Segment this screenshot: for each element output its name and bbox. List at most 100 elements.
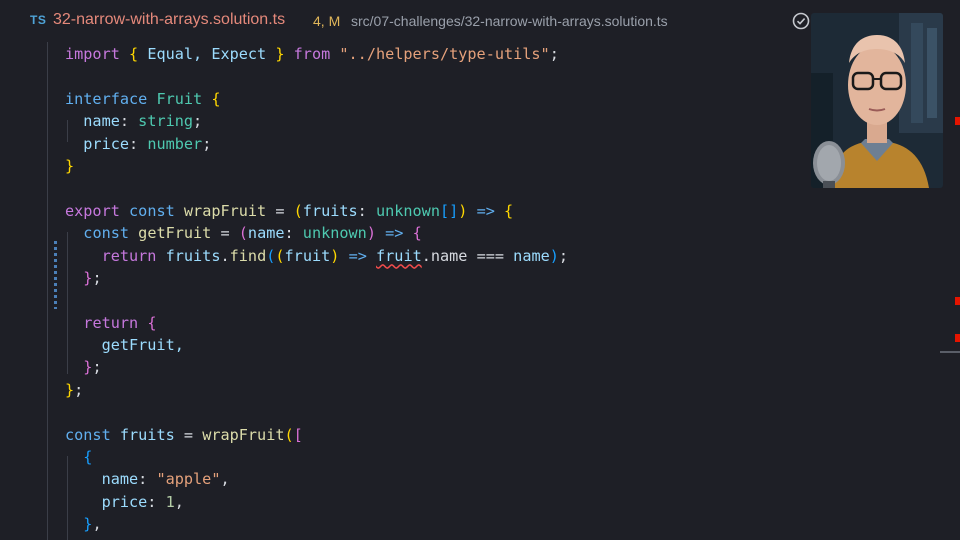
code-token: wrapFruit (202, 425, 285, 444)
source-code[interactable]: import { Equal, Expect } from "../helper… (65, 43, 568, 536)
code-token: [] (439, 201, 459, 220)
code-line-21: price: 1, (65, 491, 568, 513)
code-line-14: getFruit, (65, 334, 568, 356)
code-token: , (174, 492, 184, 511)
code-token: unknown (375, 201, 440, 220)
code-token: = (266, 201, 294, 220)
code-token: { (83, 448, 93, 467)
code-token: { (211, 89, 221, 108)
code-token: , (92, 515, 102, 534)
code-token: } (65, 380, 75, 399)
code-line-8: export const wrapFruit = (fruits: unknow… (65, 200, 568, 222)
code-token: { (147, 313, 157, 332)
code-token: { (129, 45, 139, 63)
code-token: find (229, 246, 267, 265)
code-token: return (101, 246, 157, 265)
code-line-11: }; (65, 267, 568, 289)
code-token: number (147, 134, 203, 153)
code-token: ; (202, 134, 212, 153)
code-token: } (275, 45, 285, 63)
code-token: import (65, 45, 120, 63)
code-token: , (220, 470, 230, 489)
overview-ruler[interactable] (940, 42, 960, 540)
code-line-4: name: string; (65, 110, 568, 132)
code-token: unknown (302, 224, 367, 243)
check-circle-icon[interactable] (791, 11, 811, 31)
error-marker (955, 117, 960, 125)
code-token: . (220, 246, 230, 265)
code-token: { (504, 201, 514, 220)
indent-guide (47, 42, 48, 540)
code-line-5: price: number; (65, 133, 568, 155)
code-line-1: import { Equal, Expect } from "../helper… (65, 43, 568, 65)
git-modified-gutter (54, 241, 57, 309)
type-error-squiggle[interactable]: fruit (376, 247, 422, 265)
code-line-22: }, (65, 513, 568, 535)
code-token: ; (193, 112, 203, 131)
code-token: const (83, 224, 130, 243)
code-token: : (284, 224, 303, 243)
code-line-20: name: "apple", (65, 468, 568, 490)
code-token: .name === (421, 246, 514, 265)
code-token: name (65, 112, 120, 131)
code-token: : (129, 134, 148, 153)
code-token: getFruit (138, 224, 212, 243)
code-token: [ (293, 425, 303, 444)
code-line-13: return { (65, 312, 568, 334)
code-line-3: interface Fruit { (65, 88, 568, 110)
code-token: getFruit, (65, 336, 184, 355)
tab-filename[interactable]: 32-narrow-with-arrays.solution.ts (53, 11, 285, 29)
code-token: } (65, 156, 75, 175)
code-line-6: } (65, 155, 568, 177)
code-token: price (65, 492, 148, 511)
code-line-18: const fruits = wrapFruit([ (65, 424, 568, 446)
code-token: ( (275, 246, 285, 265)
code-token: ( (284, 425, 294, 444)
code-token: Equal, Expect (138, 45, 276, 63)
code-token: = (174, 425, 203, 444)
code-line-19: { (65, 446, 568, 468)
code-token: : (119, 112, 139, 131)
scrollbar-thumb[interactable] (940, 351, 960, 353)
code-token: Fruit (156, 89, 203, 108)
code-token: => (348, 246, 367, 265)
code-token: ; (92, 358, 102, 377)
code-token: => (476, 201, 495, 220)
code-token: fruits (119, 425, 175, 444)
code-line-15: }; (65, 356, 568, 378)
code-line-9: const getFruit = (name: unknown) => { (65, 222, 568, 244)
code-token: = (211, 224, 239, 243)
breadcrumb-path[interactable]: src/07-challenges/32-narrow-with-arrays.… (351, 13, 668, 29)
code-token: { (412, 224, 422, 243)
code-token: "../helpers/type-utils" (339, 45, 550, 63)
code-token: => (385, 224, 404, 243)
code-token: ; (74, 380, 84, 399)
code-token: return (83, 313, 139, 332)
code-token: interface (65, 89, 148, 108)
code-token: fruits (165, 246, 221, 265)
code-token: : (138, 470, 157, 489)
code-token: fruit (284, 246, 331, 265)
code-token: ) (366, 224, 376, 243)
code-token: ; (549, 45, 559, 63)
